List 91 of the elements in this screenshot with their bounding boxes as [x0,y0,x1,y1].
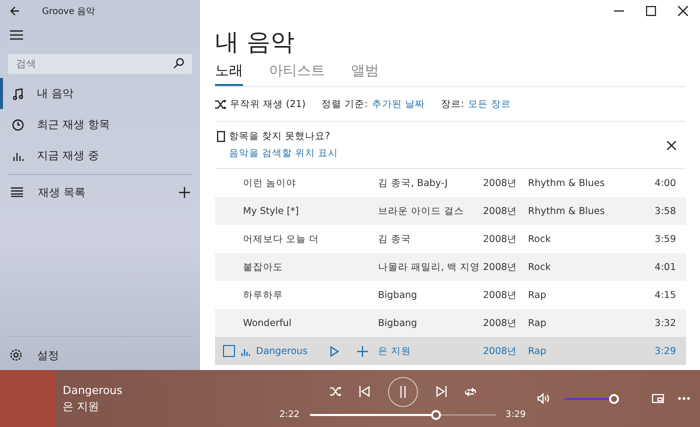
song-artist: Bigbang [378,318,418,328]
album-art-placeholder [0,370,56,427]
next-icon [436,386,447,397]
page-title: 내 음악 [215,28,296,56]
song-duration: 3:29 [654,346,677,356]
song-row[interactable]: 붙잡아도 나몰라 패밀리, 백 지영 2008년 Rock 4:01 [215,253,686,281]
add-icon [356,346,368,356]
song-row[interactable]: My Style [*] 브라운 아이드 걸스 2008년 Rhythm & Blues 3:58 [215,197,686,225]
music-note-icon [12,88,24,100]
song-genre: Rhythm & Blues [528,178,606,188]
window-title: Groove 음악 [42,6,96,18]
song-row[interactable]: Dangerous 은 지원 2008년 Rap 3:29 [215,337,686,365]
equalizer-icon [241,346,250,356]
song-row[interactable]: 하루하루 Bigbang 2008년 Rap 4:15 [215,281,686,309]
previous-icon [358,386,370,397]
checkbox[interactable] [223,345,235,357]
song-row[interactable]: 어제보다 오늘 더 김 종국 2008년 Rock 3:59 [215,225,686,253]
track-artist: 은 지원 [62,398,100,414]
nav-item[interactable]: 설정 [37,348,59,362]
shuffle-icon [215,100,226,108]
search-field[interactable]: 검색 [8,54,192,74]
device-icon [217,131,225,142]
genre-label: 장르: [440,98,464,110]
menu-icon [10,30,23,40]
more-icon [678,397,690,400]
song-artist: 김 종국 [378,232,412,246]
song-row[interactable]: Wonderful Bigbang 2008년 Rap 3:32 [215,309,686,337]
song-title: 이런 놈이야 [243,176,296,190]
song-year: 2008년 [483,316,518,330]
pause-button[interactable] [388,376,418,406]
tab[interactable]: 앨범 [351,62,379,86]
pause-icon [398,386,407,398]
song-duration: 3:58 [654,206,677,216]
search-icon [173,58,184,69]
sort-dropdown[interactable]: 추가된 날짜 [372,98,425,110]
close-icon [667,140,676,150]
song-row[interactable]: 이런 놈이야 김 종국, Baby-J 2008년 Rhythm & Blues 4:00 [215,169,686,197]
total-time: 3:29 [506,410,526,420]
song-artist: 브라운 아이드 걸스 [378,204,466,218]
song-year: 2008년 [483,204,518,218]
song-artist: 은 지원 [378,344,412,358]
mini-player-icon [652,394,664,403]
song-duration: 4:00 [654,178,677,188]
nav-item[interactable]: 최근 재생 항목 [0,109,200,140]
nav-item[interactable]: 지금 재생 중 [0,140,200,171]
song-genre: Rap [528,318,548,328]
song-artist: 김 종국, Baby-J [378,176,449,190]
song-duration: 3:32 [654,318,677,328]
shuffle-button[interactable]: 무작위 재생 (21) [230,98,306,110]
song-year: 2008년 [483,176,518,190]
maximize-icon [646,6,656,16]
back-arrow-icon [10,6,20,16]
song-year: 2008년 [483,288,518,302]
nav-item[interactable]: 재생 목록 [38,184,86,200]
song-artist: Bigbang [378,290,418,300]
song-genre: Rap [528,346,548,356]
playlist-icon [11,187,23,197]
repeat-icon [464,386,476,396]
clock-icon [12,118,24,130]
track-title: Dangerous [62,384,124,396]
add-icon [179,186,190,198]
song-title: Dangerous [256,346,308,356]
volume-slider[interactable] [564,392,620,404]
song-year: 2008년 [483,260,518,274]
speaker-icon [536,393,550,404]
song-title: Wonderful [243,318,292,328]
song-title: 붙잡아도 [243,260,283,274]
song-genre: Rhythm & Blues [528,206,606,216]
shuffle-icon [330,387,341,396]
song-genre: Rock [528,234,552,244]
song-title: My Style [*] [243,206,299,216]
notice-link[interactable]: 음악을 검색할 위치 표시 [217,147,338,160]
notice-text: 항목을 찾지 못했나요? [229,130,330,143]
gear-icon [10,349,22,361]
genre-dropdown[interactable]: 모든 장르 [468,98,512,110]
elapsed-time: 2:22 [279,410,300,420]
close-icon [678,6,688,16]
song-year: 2008년 [483,232,518,246]
sort-label: 정렬 기준: [322,98,368,110]
tab[interactable]: 아티스트 [269,62,325,86]
song-artist: 나몰라 패밀리, 백 지영 [378,260,482,274]
song-title: 어제보다 오늘 더 [243,232,320,246]
song-genre: Rock [528,262,552,272]
tab[interactable]: 노래 [215,62,243,86]
song-title: 하루하루 [243,288,283,302]
play-icon [330,346,339,356]
song-year: 2008년 [483,344,518,358]
song-duration: 3:59 [654,234,677,244]
song-duration: 4:01 [654,262,677,272]
song-duration: 4:15 [654,290,677,300]
song-genre: Rap [528,290,548,300]
